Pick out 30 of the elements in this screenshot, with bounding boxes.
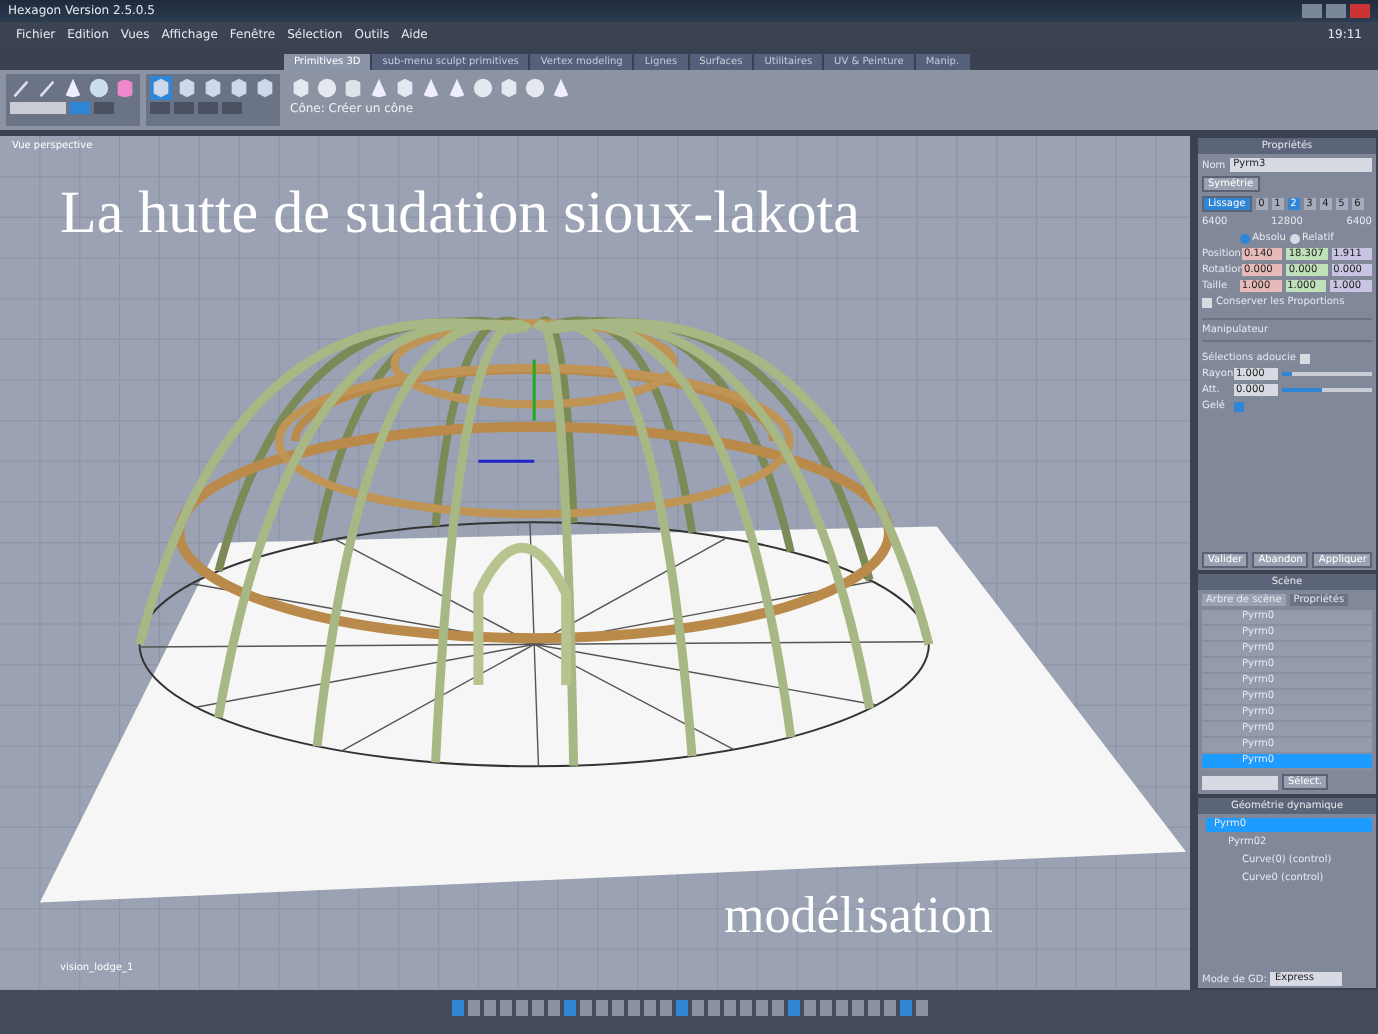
cone-icon[interactable] — [420, 76, 442, 100]
overlay-caption: modélisation — [724, 886, 993, 946]
cube-icon[interactable] — [202, 76, 224, 100]
sphere-icon[interactable] — [316, 76, 338, 100]
cone-icon[interactable] — [62, 76, 84, 100]
cube-icon[interactable] — [176, 76, 198, 100]
sphere-icon[interactable] — [472, 76, 494, 100]
cone-icon[interactable] — [368, 76, 390, 100]
cube-icon[interactable] — [290, 76, 312, 100]
cylinder-icon[interactable] — [114, 76, 136, 100]
sphere-icon[interactable] — [88, 76, 110, 100]
cube-icon[interactable] — [498, 76, 520, 100]
dropdown-field[interactable] — [10, 102, 66, 114]
cube-icon[interactable] — [394, 76, 416, 100]
search-field[interactable] — [1202, 775, 1278, 789]
radio-button[interactable] — [1289, 233, 1300, 243]
sphere-icon[interactable] — [524, 76, 546, 100]
radio-button[interactable] — [1240, 233, 1251, 243]
pen-icon[interactable] — [10, 76, 32, 100]
cone-icon[interactable] — [550, 76, 572, 100]
pen-icon[interactable] — [36, 76, 58, 100]
overlay-title: La hutte de sudation sioux-lakota — [60, 180, 860, 248]
checkbox[interactable] — [1234, 401, 1244, 411]
checkbox[interactable] — [1299, 353, 1310, 363]
cube-icon[interactable] — [228, 76, 250, 100]
cone-icon[interactable] — [446, 76, 468, 100]
cube-icon[interactable] — [254, 76, 276, 100]
cylinder-icon[interactable] — [342, 76, 364, 100]
checkbox[interactable] — [1202, 297, 1212, 307]
cube-icon[interactable] — [150, 76, 172, 100]
